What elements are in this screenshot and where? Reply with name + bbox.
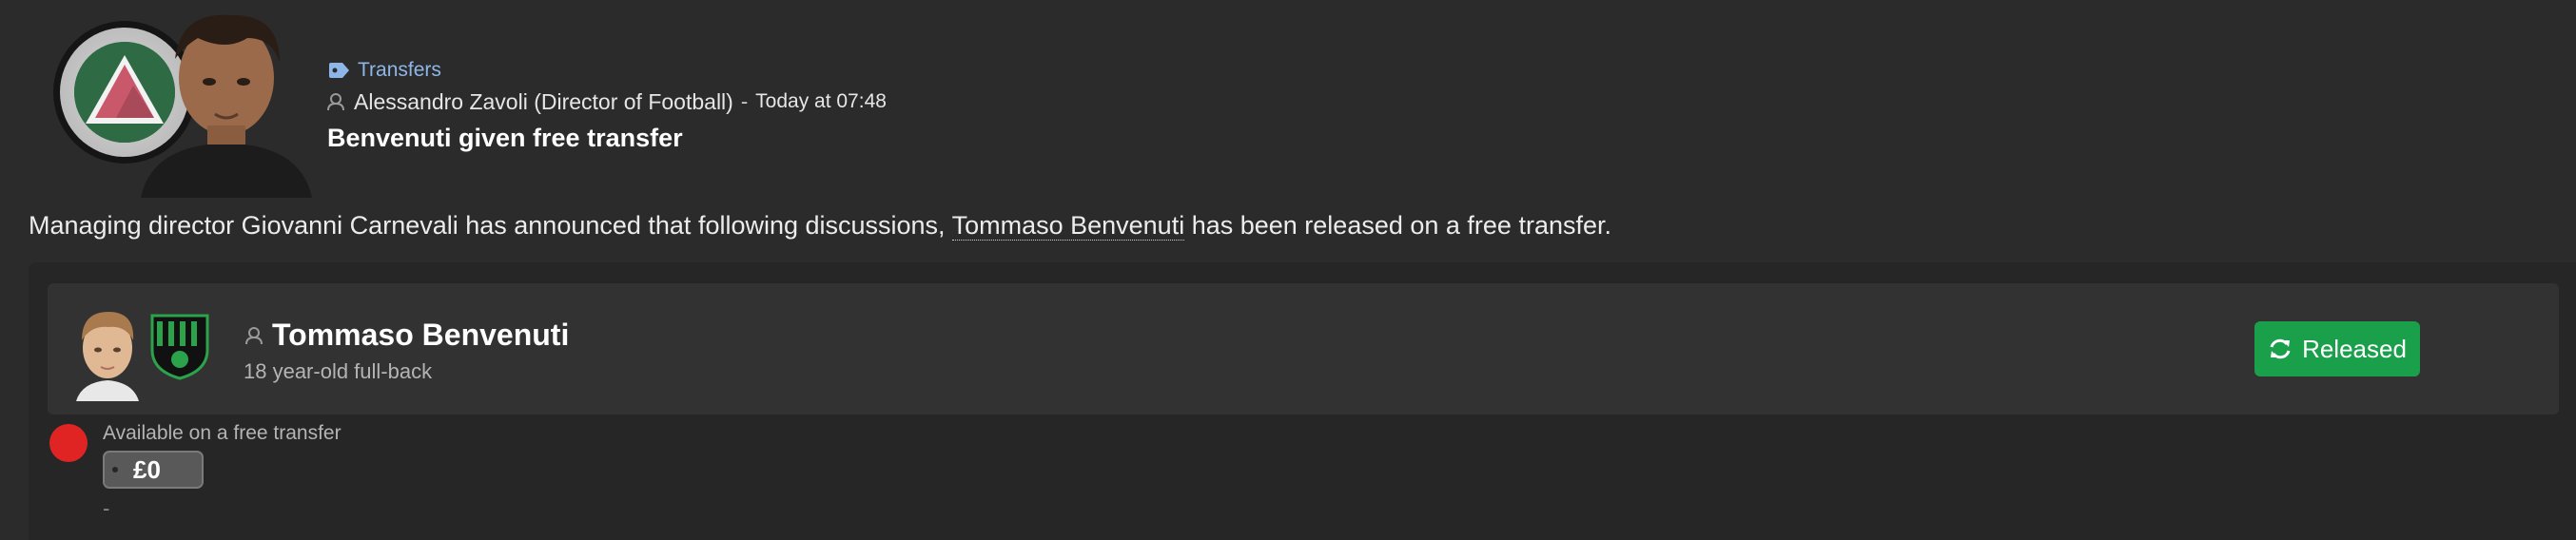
news-header: Transfers Alessandro Zavoli (Director of… xyxy=(0,0,2576,200)
director-portrait[interactable] xyxy=(131,10,322,198)
player-description: 18 year-old full-back xyxy=(244,359,433,383)
refresh-icon xyxy=(2270,338,2291,359)
fee-tag: £0 xyxy=(103,451,204,489)
author-name[interactable]: Alessandro Zavoli (Director of Football) xyxy=(354,89,733,115)
news-body: Managing director Giovanni Carnevali has… xyxy=(29,211,1611,241)
price-tag-icon xyxy=(112,467,118,472)
player-portrait[interactable] xyxy=(72,306,143,401)
team-crest[interactable] xyxy=(148,312,211,380)
news-body-after: has been released on a free transfer. xyxy=(1184,211,1611,240)
player-card: Tommaso Benvenuti 18 year-old full-back … xyxy=(48,283,2559,415)
author-separator: - xyxy=(740,89,749,113)
category-label[interactable]: Transfers xyxy=(358,59,441,82)
availability-status-dot xyxy=(49,424,88,462)
released-status-button[interactable]: Released xyxy=(2254,321,2420,376)
player-link[interactable]: Tommaso Benvenuti xyxy=(951,211,1185,241)
news-headline: Benvenuti given free transfer xyxy=(327,124,683,152)
fee-value: £0 xyxy=(133,454,161,484)
person-icon xyxy=(245,326,263,345)
player-name[interactable]: Tommaso Benvenuti xyxy=(272,318,569,353)
author-row: Alessandro Zavoli (Director of Football)… xyxy=(327,86,887,118)
category-tag[interactable]: Transfers xyxy=(327,57,887,84)
tag-icon xyxy=(327,62,350,79)
extra-value: - xyxy=(103,496,110,520)
person-icon xyxy=(327,92,344,111)
released-label: Released xyxy=(2302,334,2407,363)
news-body-before: Managing director Giovanni Carnevali has… xyxy=(29,211,952,240)
availability-text: Available on a free transfer xyxy=(103,422,342,444)
news-timestamp: Today at 07:48 xyxy=(755,90,887,112)
